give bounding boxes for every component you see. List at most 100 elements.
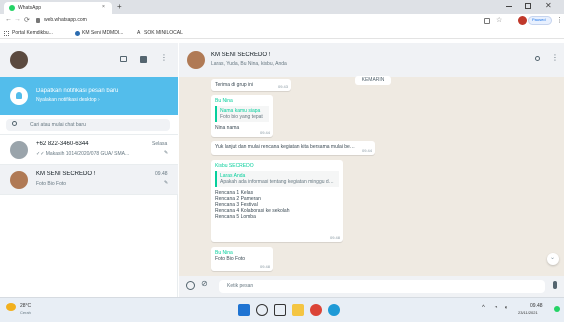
chat-name: KM SENI SECREDO !	[36, 171, 96, 177]
address-bar[interactable]: web.whatsapp.com	[44, 17, 87, 23]
tab-title: WhatsApp	[18, 5, 42, 11]
close-window-icon[interactable]: ✕	[545, 1, 552, 10]
file-explorer-icon[interactable]	[292, 304, 304, 316]
weather-icon[interactable]	[6, 303, 16, 311]
chat-item-1[interactable]: +62 822-3460-6344 Selasa ✓✓ Makasih 1014…	[0, 135, 178, 165]
browser-tab[interactable]: WhatsApp ×	[4, 2, 112, 14]
wifi-icon[interactable]: ◔	[494, 305, 498, 311]
message-time: 09.48	[329, 235, 340, 240]
message-bubble[interactable]: Bu Nina Foto Bio Foto 09.48	[211, 247, 273, 271]
new-chat-icon[interactable]	[140, 56, 147, 63]
lock-icon	[36, 18, 40, 23]
group-avatar[interactable]	[187, 51, 205, 69]
menu-icon[interactable]: ⋮	[160, 53, 168, 62]
message-sender: Bu Nina	[215, 98, 233, 104]
minimize-icon[interactable]	[506, 6, 512, 7]
whatsapp-favicon-icon	[9, 5, 15, 11]
message-time: 09.43	[277, 84, 288, 89]
scroll-down-button[interactable]: ⌄	[547, 253, 559, 265]
quoted-message[interactable]: Laras Anda Apakah ada informasi tentang …	[215, 171, 339, 187]
quoted-text: Foto bio yang tepat	[220, 114, 263, 120]
notification-banner[interactable]: Dapatkan notifikasi pesan baru Nyalakan …	[0, 77, 178, 115]
search-box[interactable]: Cari atau mulai chat baru	[6, 119, 170, 131]
chat-time: Selasa	[152, 141, 168, 147]
chat-preview: Foto Bio Foto	[36, 181, 67, 187]
chrome-icon[interactable]	[310, 304, 322, 316]
message-bubble[interactable]: Yuk lanjut dan mulai rencana kegiatan ki…	[211, 141, 375, 155]
conversation-header[interactable]: KM SENI SECREDO ! Laras, Yuda, Bu Nina, …	[179, 43, 564, 77]
bookmark-1[interactable]: Portal Kemdikbu...	[12, 30, 72, 36]
message-bubble[interactable]: Kisbu SECREDO Laras Anda Apakah ada info…	[211, 160, 343, 242]
chevron-down-icon: ⌄	[550, 255, 556, 261]
message-bubble[interactable]: Bu Nina Nama kamu siapa Foto bio yang te…	[211, 95, 273, 137]
search-input[interactable]: Cari atau mulai chat baru	[30, 122, 160, 128]
notification-title: Dapatkan notifikasi pesan baru	[36, 88, 119, 94]
bookmark-3-icon: A	[137, 30, 141, 36]
quoted-message[interactable]: Nama kamu siapa Foto bio yang tepat	[215, 106, 269, 122]
tab-close-icon[interactable]: ×	[102, 4, 105, 10]
left-header: ⋮	[0, 43, 178, 77]
chat-name: +62 822-3460-6344	[36, 141, 89, 147]
message-sender: Kisbu SECREDO	[215, 163, 254, 169]
communities-icon[interactable]	[120, 56, 127, 62]
maximize-icon[interactable]	[525, 3, 531, 9]
group-avatar	[10, 171, 28, 189]
bookmark-grid-icon[interactable]	[4, 31, 9, 36]
task-view-icon[interactable]	[274, 304, 286, 316]
search-icon	[12, 121, 17, 126]
message-text: Terima di grup ini	[215, 82, 254, 88]
contact-avatar	[10, 141, 28, 159]
chat-list-panel: ⋮ Dapatkan notifikasi pesan baru Nyalaka…	[0, 43, 178, 297]
forward-icon[interactable]: →	[14, 16, 21, 23]
bookmarks-bar: Portal Kemdikbu... KM Seni MDMDI... A SO…	[0, 28, 564, 39]
message-input[interactable]: Ketik pesan	[219, 280, 545, 293]
conversation-members: Laras, Yuda, Bu Nina, kisbu, Anda	[211, 61, 287, 67]
chat-preview: ✓✓ Makasih 1014/2020/078 GUA/ SMA...	[36, 151, 130, 157]
clock-time[interactable]: 09.48	[530, 303, 543, 309]
attach-icon[interactable]: ⊘	[201, 279, 208, 288]
star-icon[interactable]: ☆	[496, 16, 502, 24]
browser-tab-bar: WhatsApp × + ✕	[0, 0, 564, 14]
date-chip: KEMARIN	[355, 76, 391, 85]
notification-center-icon[interactable]	[554, 306, 560, 312]
clock-date[interactable]: 23/11/2021	[518, 310, 538, 315]
start-button-icon[interactable]	[238, 304, 250, 316]
back-icon[interactable]: ←	[5, 16, 12, 23]
bookmark-2[interactable]: KM Seni MDMDI...	[82, 30, 134, 36]
bell-off-icon	[10, 87, 28, 105]
new-tab-icon[interactable]: +	[117, 2, 122, 11]
search-taskbar-icon[interactable]	[256, 304, 268, 316]
extensions-icon[interactable]	[484, 18, 490, 24]
volume-icon[interactable]: ◖	[504, 305, 508, 311]
emoji-icon[interactable]	[186, 281, 195, 290]
weather-temp[interactable]: 28°C	[20, 303, 31, 309]
microphone-icon[interactable]	[553, 281, 557, 289]
search-icon[interactable]	[535, 56, 540, 61]
date-chip-label: KEMARIN	[361, 77, 385, 83]
search-row: Cari atau mulai chat baru	[0, 115, 178, 135]
profile-label: Paused	[532, 17, 546, 22]
pin-icon: ✎	[164, 150, 169, 156]
browser-menu-icon[interactable]: ⋮	[556, 16, 563, 24]
chat-time: 09.48	[155, 171, 168, 177]
message-input-placeholder: Ketik pesan	[227, 283, 254, 289]
edge-icon[interactable]	[328, 304, 340, 316]
reload-icon[interactable]: ⟳	[24, 16, 30, 24]
message-time: 09.44	[259, 130, 270, 135]
windows-taskbar: 28°C Cerah ^ ◔ ◖ 09.48 23/11/2021	[0, 297, 564, 322]
message-bubble[interactable]: Terima di grup ini 09.43	[211, 79, 291, 91]
conversation-title: KM SENI SECREDO !	[211, 52, 271, 58]
pin-icon: ✎	[164, 180, 169, 186]
menu-icon[interactable]: ⋮	[551, 53, 559, 62]
list-line: Rencana 5 Lomba	[215, 214, 256, 220]
message-time: 09.48	[259, 264, 270, 269]
composer-bar: ⊘ Ketik pesan	[179, 276, 564, 297]
tray-chevron-icon[interactable]: ^	[482, 305, 485, 311]
message-time: 09.44	[361, 148, 372, 153]
profile-avatar[interactable]	[518, 16, 527, 25]
notification-subtitle[interactable]: Nyalakan notifikasi desktop ›	[36, 97, 166, 103]
message-text: Foto Bio Foto	[215, 256, 246, 262]
chat-item-2[interactable]: KM SENI SECREDO ! 09.48 Foto Bio Foto ✎	[0, 165, 178, 195]
user-avatar[interactable]	[10, 51, 28, 69]
bookmark-3[interactable]: SOK MINILOCAL	[144, 30, 204, 36]
